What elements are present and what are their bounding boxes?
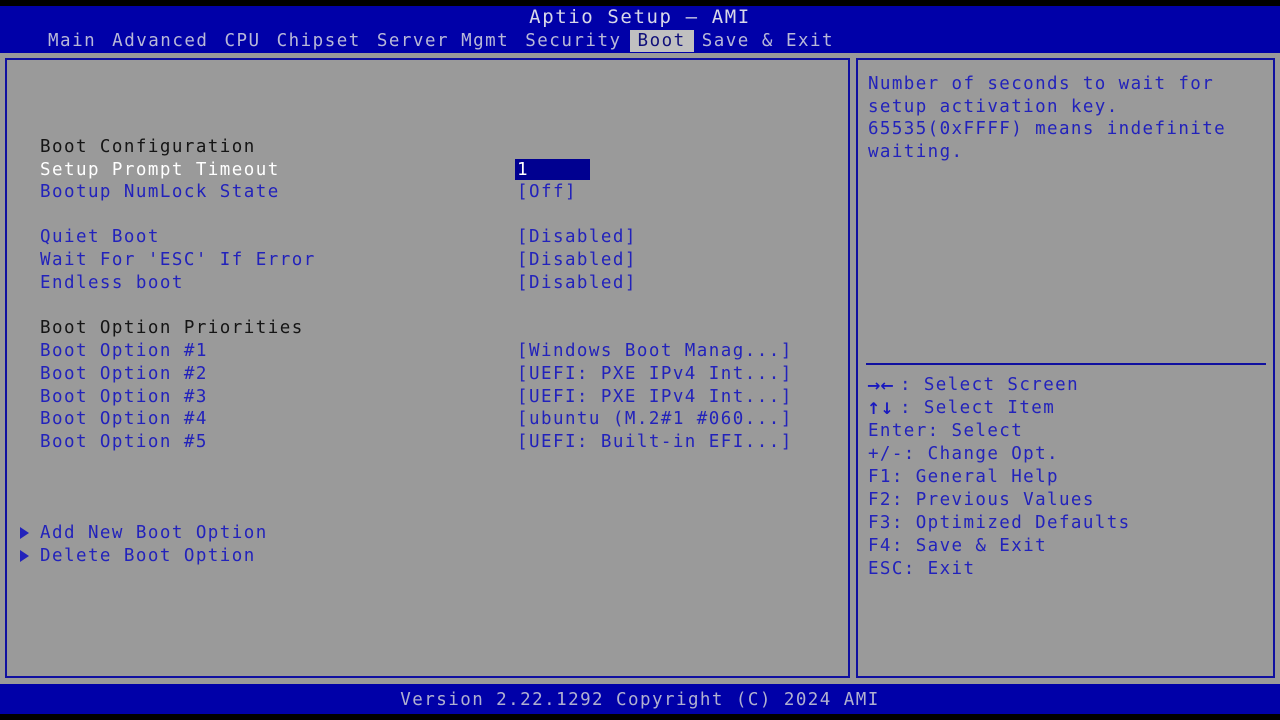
- help-panel: Number of seconds to wait for setup acti…: [856, 58, 1275, 678]
- legend-label: F3: Optimized Defaults: [868, 513, 1131, 533]
- arrow-up-down-icon: ↑↓: [867, 399, 894, 418]
- setting-label: Delete Boot Option: [40, 546, 256, 566]
- help-divider: [866, 363, 1266, 365]
- setting-label: Boot Option Priorities: [40, 318, 304, 338]
- legend-row: Enter: Select: [858, 420, 1277, 443]
- setting-row[interactable]: Wait For 'ESC' If Error [Disabled]: [7, 249, 848, 271]
- setting-value[interactable]: [Disabled]: [517, 249, 637, 271]
- menu-tab-boot[interactable]: Boot: [629, 30, 694, 52]
- menu-tab-security[interactable]: Security: [517, 30, 629, 52]
- section-heading-row: Boot Option Priorities: [7, 317, 848, 339]
- legend-label: Enter: Select: [868, 421, 1024, 441]
- menu-tab-advanced[interactable]: Advanced: [104, 30, 216, 52]
- legend-row: →← : Select Screen: [858, 374, 1277, 397]
- submenu-row[interactable]: Add New Boot Option: [7, 522, 848, 544]
- setting-label: Boot Option #2: [40, 364, 208, 384]
- bios-setup-screen: Aptio Setup – AMI Main Advanced CPU Chipset…: [0, 0, 1280, 720]
- window-title: Aptio Setup – AMI: [529, 6, 751, 28]
- setting-label: Setup Prompt Timeout: [40, 160, 280, 180]
- setting-value-input[interactable]: 1: [515, 159, 590, 180]
- setting-value[interactable]: [UEFI: PXE IPv4 Int...]: [517, 386, 793, 408]
- legend-row: F3: Optimized Defaults: [858, 512, 1277, 535]
- setting-row[interactable]: Boot Option #4 [ubuntu (M.2#1 #060...]: [7, 408, 848, 430]
- setting-row[interactable]: Bootup NumLock State [Off]: [7, 181, 848, 203]
- submenu-row[interactable]: Delete Boot Option: [7, 545, 848, 567]
- setting-row[interactable]: Boot Option #2 [UEFI: PXE IPv4 Int...]: [7, 363, 848, 385]
- legend-row: ESC: Exit: [858, 558, 1277, 581]
- setting-label: Boot Option #5: [40, 432, 208, 452]
- setting-label: Endless boot: [40, 273, 184, 293]
- setting-value[interactable]: [UEFI: PXE IPv4 Int...]: [517, 363, 793, 385]
- setting-row[interactable]: Boot Option #1 [Windows Boot Manag...]: [7, 340, 848, 362]
- menu-tab-main[interactable]: Main: [40, 30, 104, 52]
- setting-value[interactable]: [ubuntu (M.2#1 #060...]: [517, 408, 793, 430]
- settings-panel: Boot Configuration Setup Prompt Timeout 1 B…: [5, 58, 850, 678]
- legend-row: F4: Save & Exit: [858, 535, 1277, 558]
- footer-version: Version 2.22.1292 Copyright (C) 2024 AMI: [400, 690, 880, 710]
- setting-row[interactable]: Setup Prompt Timeout 1: [7, 159, 848, 181]
- setting-row[interactable]: Quiet Boot [Disabled]: [7, 226, 848, 248]
- legend-label: F4: Save & Exit: [868, 536, 1048, 556]
- legend-row: +/-: Change Opt.: [858, 443, 1277, 466]
- legend-label: : Select Screen: [900, 375, 1080, 395]
- setting-label: Quiet Boot: [40, 227, 160, 247]
- help-description: Number of seconds to wait for setup acti…: [868, 74, 1239, 162]
- legend-label: F2: Previous Values: [868, 490, 1095, 510]
- setting-row[interactable]: Endless boot [Disabled]: [7, 272, 848, 294]
- setting-label: Bootup NumLock State: [40, 182, 280, 202]
- setting-value[interactable]: [Disabled]: [517, 272, 637, 294]
- settings-row-list: Boot Configuration Setup Prompt Timeout 1 B…: [7, 60, 848, 676]
- setting-value[interactable]: [Off]: [517, 181, 577, 203]
- setting-label: Add New Boot Option: [40, 523, 268, 543]
- triangle-right-icon: [20, 527, 29, 539]
- legend-label: : Select Item: [900, 398, 1056, 418]
- section-heading-row: Boot Configuration: [7, 136, 848, 158]
- legend-row: F2: Previous Values: [858, 489, 1277, 512]
- legend-row: ↑↓ : Select Item: [858, 397, 1277, 420]
- legend-label: ESC: Exit: [868, 559, 976, 579]
- menu-tab-server-mgmt[interactable]: Server Mgmt: [369, 30, 517, 52]
- setting-value[interactable]: [UEFI: Built-in EFI...]: [517, 431, 793, 453]
- setting-value[interactable]: [Disabled]: [517, 226, 637, 248]
- setting-label: Boot Configuration: [40, 137, 256, 157]
- legend-label: F1: General Help: [868, 467, 1059, 487]
- setting-label: Boot Option #1: [40, 341, 208, 361]
- setting-label: Wait For 'ESC' If Error: [40, 250, 316, 270]
- triangle-right-icon: [20, 550, 29, 562]
- menu-tab-cpu[interactable]: CPU: [216, 30, 268, 52]
- setting-label: Boot Option #4: [40, 409, 208, 429]
- menu-bar[interactable]: Main Advanced CPU Chipset Server Mgmt Securit…: [40, 30, 842, 52]
- legend-label: +/-: Change Opt.: [868, 444, 1059, 464]
- menu-tab-save-exit[interactable]: Save & Exit: [694, 30, 842, 52]
- setting-value[interactable]: [Windows Boot Manag...]: [517, 340, 793, 362]
- setting-row[interactable]: Boot Option #3 [UEFI: PXE IPv4 Int...]: [7, 386, 848, 408]
- menu-tab-chipset[interactable]: Chipset: [269, 30, 369, 52]
- bottom-black-strip: [0, 714, 1280, 720]
- setting-row[interactable]: Boot Option #5 [UEFI: Built-in EFI...]: [7, 431, 848, 453]
- legend-row: F1: General Help: [858, 466, 1277, 489]
- setting-label: Boot Option #3: [40, 387, 208, 407]
- arrow-left-right-icon: →←: [867, 376, 894, 395]
